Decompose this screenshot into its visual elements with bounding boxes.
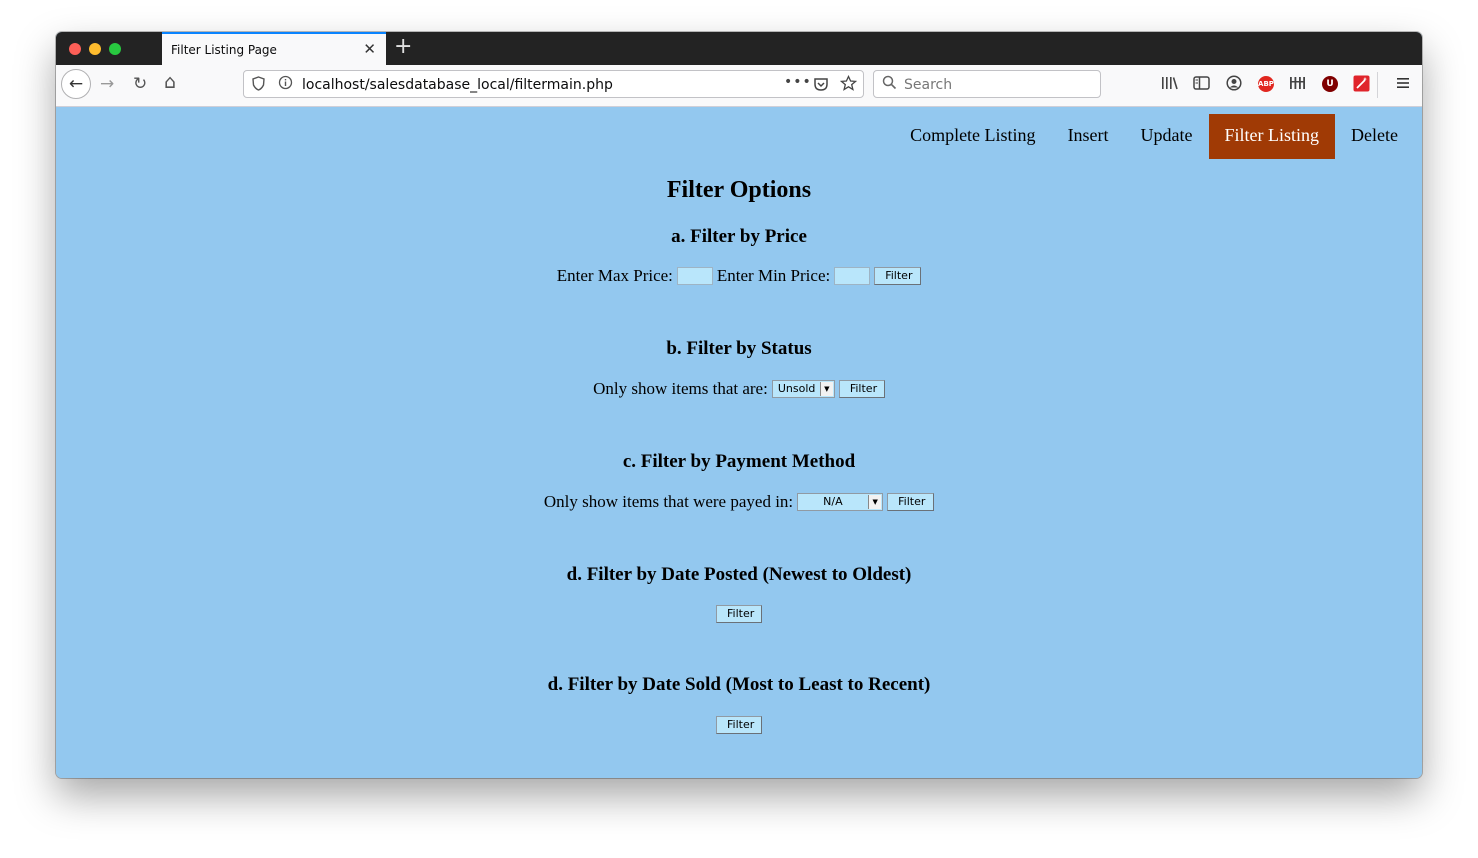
reload-icon[interactable]: ↻ <box>133 74 147 94</box>
nav-insert[interactable]: Insert <box>1052 114 1125 159</box>
home-icon[interactable]: ⌂ <box>164 72 176 92</box>
max-price-input[interactable] <box>676 267 713 285</box>
payment-select[interactable]: N/A ▼ <box>797 493 884 511</box>
status-filter-row: Only show items that are: Unsold ▼ Filte… <box>56 379 1422 399</box>
wand-extension-icon[interactable] <box>1353 75 1370 97</box>
date-posted-filter-heading: d. Filter by Date Posted (Newest to Olde… <box>566 564 912 585</box>
pocket-icon[interactable] <box>813 76 829 96</box>
price-filter-button[interactable]: Filter <box>874 267 922 285</box>
status-label: Only show items that are: <box>593 379 768 398</box>
adblock-plus-icon[interactable]: ABP <box>1258 76 1274 92</box>
nav-filter-listing[interactable]: Filter Listing <box>1208 114 1336 159</box>
extension-grid-icon[interactable] <box>1289 75 1306 96</box>
bookmark-star-icon[interactable] <box>839 74 858 96</box>
url-bar[interactable]: localhost/salesdatabase_local/filtermain… <box>243 70 864 98</box>
url-text[interactable]: localhost/salesdatabase_local/filtermain… <box>302 77 613 93</box>
tab-active[interactable]: Filter Listing Page ✕ <box>162 32 386 65</box>
search-icon <box>882 75 897 94</box>
min-price-label: Enter Min Price: <box>716 266 831 285</box>
nav-update[interactable]: Update <box>1125 114 1209 159</box>
page-title: Filter Options <box>666 177 812 203</box>
toolbar-divider <box>1377 72 1378 98</box>
top-nav: Complete Listing Insert Update Filter Li… <box>894 114 1414 159</box>
browser-window: Filter Listing Page ✕ + ← → ↻ ⌂ localhos… <box>56 32 1422 778</box>
payment-filter-heading: c. Filter by Payment Method <box>622 451 856 472</box>
maximize-window-button[interactable] <box>109 43 121 55</box>
price-filter-heading: a. Filter by Price <box>671 226 807 247</box>
max-price-label: Enter Max Price: <box>556 266 673 285</box>
account-icon[interactable] <box>1226 75 1242 96</box>
dropdown-arrow-icon: ▼ <box>819 382 833 396</box>
back-icon[interactable]: ← <box>61 69 91 99</box>
price-filter-row: Enter Max Price: Enter Min Price: Filter <box>56 266 1422 286</box>
search-bar[interactable]: Search <box>873 70 1101 98</box>
nav-delete[interactable]: Delete <box>1335 114 1414 159</box>
status-filter-heading: b. Filter by Status <box>666 338 812 359</box>
status-filter-button[interactable]: Filter <box>838 380 885 398</box>
nav-complete-listing[interactable]: Complete Listing <box>894 114 1052 159</box>
min-price-input[interactable] <box>834 267 871 285</box>
date-posted-filter-row: Filter <box>56 605 1422 623</box>
date-sold-filter-button[interactable]: Filter <box>716 716 762 734</box>
forward-icon[interactable]: → <box>100 74 114 94</box>
menu-icon[interactable] <box>1396 75 1410 95</box>
tab-strip: Filter Listing Page ✕ + <box>56 32 1422 65</box>
nav-toolbar: ← → ↻ ⌂ localhost/salesdatabase_local/fi… <box>56 65 1422 107</box>
close-window-button[interactable] <box>69 43 81 55</box>
sidebar-icon[interactable] <box>1193 75 1210 96</box>
payment-filter-row: Only show items that were payed in: N/A … <box>56 492 1422 512</box>
page-actions-icon[interactable]: ••• <box>784 74 812 90</box>
payment-selected-value: N/A <box>823 495 843 508</box>
date-posted-filter-button[interactable]: Filter <box>716 605 762 623</box>
date-sold-filter-heading: d. Filter by Date Sold (Most to Least to… <box>547 674 931 695</box>
page-content: Complete Listing Insert Update Filter Li… <box>56 107 1422 778</box>
library-icon[interactable] <box>1161 75 1179 96</box>
site-info-icon[interactable] <box>278 75 293 94</box>
tab-title: Filter Listing Page <box>171 43 277 57</box>
status-selected-value: Unsold <box>777 382 816 395</box>
minimize-window-button[interactable] <box>89 43 101 55</box>
date-sold-filter-row: Filter <box>56 716 1422 734</box>
dropdown-arrow-icon: ▼ <box>868 495 882 509</box>
search-input[interactable]: Search <box>904 77 952 93</box>
tracking-shield-icon[interactable] <box>252 76 265 95</box>
payment-filter-button[interactable]: Filter <box>887 493 935 511</box>
ublock-origin-icon[interactable]: U <box>1322 76 1338 92</box>
payment-label: Only show items that were payed in: <box>543 492 794 511</box>
new-tab-icon[interactable]: + <box>394 34 412 59</box>
tab-close-icon[interactable]: ✕ <box>363 40 376 58</box>
status-select[interactable]: Unsold ▼ <box>771 380 835 398</box>
